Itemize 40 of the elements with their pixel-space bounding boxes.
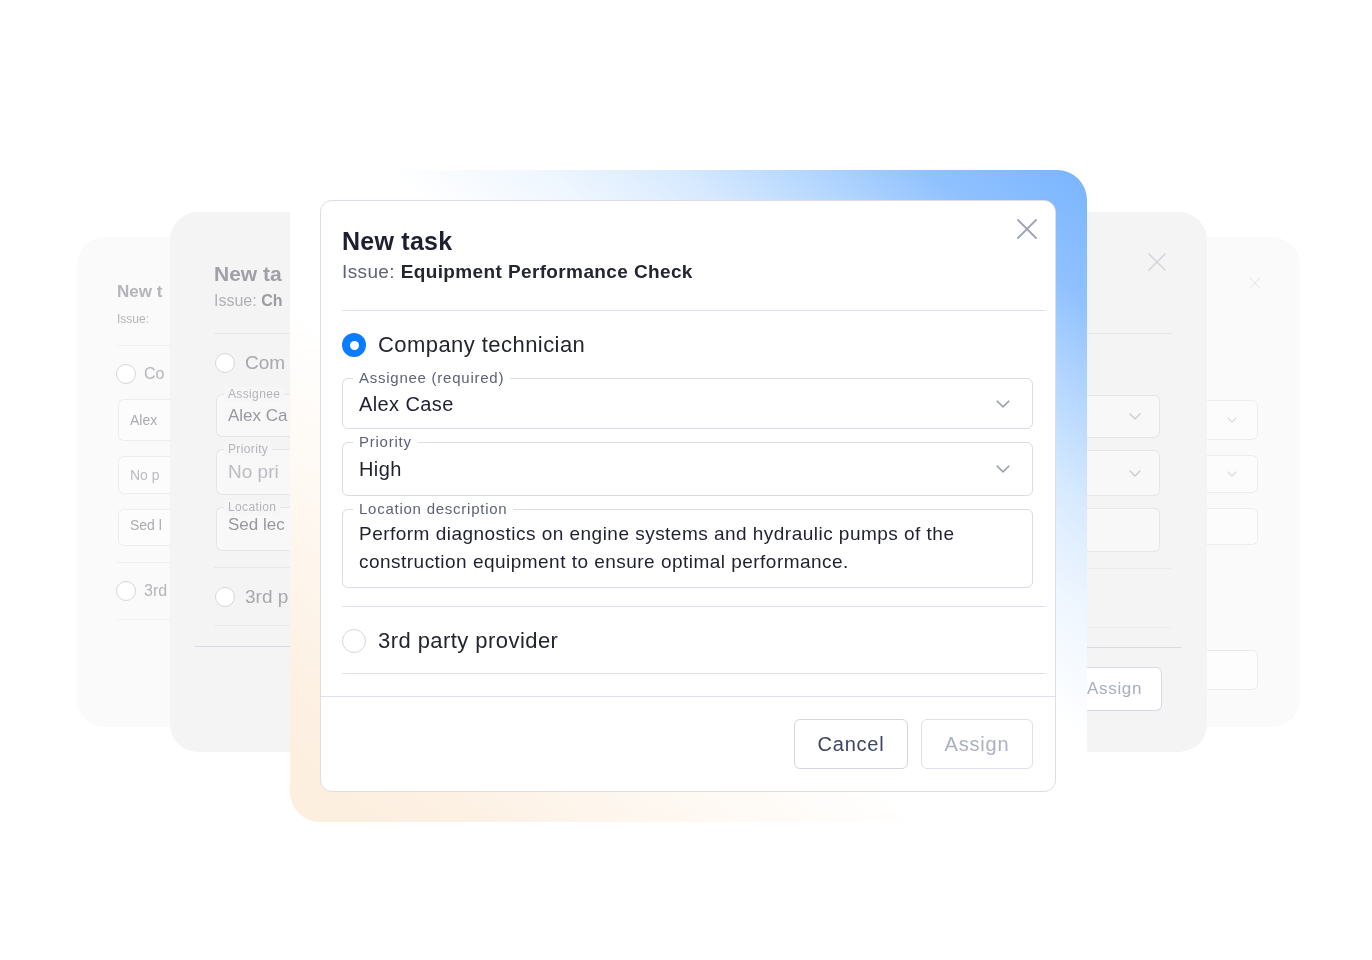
dialog-title: New t	[117, 281, 163, 303]
chevron-down-icon	[996, 465, 1010, 473]
chevron-down-icon	[1227, 417, 1237, 423]
radio-button[interactable]	[116, 581, 136, 601]
field-label: Assignee (required)	[353, 369, 511, 387]
select-field[interactable]: Alex	[118, 399, 170, 441]
text-area[interactable]	[1087, 508, 1160, 552]
radio-button[interactable]	[342, 629, 366, 653]
dialog-title: New task	[342, 226, 453, 256]
radio-button[interactable]	[215, 587, 235, 607]
field-label: Location description	[353, 500, 514, 518]
issue-text: Issue: Ch	[214, 291, 283, 311]
chevron-down-icon	[1129, 469, 1141, 477]
radio-button[interactable]	[116, 364, 136, 384]
chevron-down-icon	[996, 399, 1010, 408]
radio-button[interactable]	[215, 353, 235, 373]
option-label: 3rd	[144, 581, 168, 601]
chevron-down-icon	[1129, 413, 1141, 420]
field-label: Priority	[224, 442, 273, 457]
chevron-down-icon	[1227, 471, 1237, 477]
cancel-button[interactable]: Cancel	[794, 719, 908, 769]
radio-button[interactable]	[342, 333, 366, 357]
option-label: 3rd party provider	[378, 627, 559, 655]
select-field[interactable]	[1207, 455, 1258, 493]
field-label: Assignee	[224, 387, 285, 402]
dialog-title: New ta	[214, 261, 282, 287]
close-icon	[1148, 253, 1166, 271]
text-area[interactable]: Sed l	[118, 509, 170, 546]
select-field[interactable]	[1207, 400, 1258, 440]
select-field[interactable]: No p	[118, 456, 170, 494]
option-label: Company technician	[378, 331, 586, 359]
option-label: Co	[144, 364, 165, 384]
issue-text: Issue: Equipment Performance Check	[342, 260, 693, 284]
select-field[interactable]	[1087, 395, 1160, 438]
field-label: Priority	[353, 433, 418, 451]
close-icon	[1017, 219, 1037, 239]
option-label: 3rd p	[245, 585, 289, 609]
option-label: Com	[245, 351, 286, 375]
issue-text: Issue:	[117, 311, 149, 327]
select-field[interactable]	[1087, 450, 1160, 496]
